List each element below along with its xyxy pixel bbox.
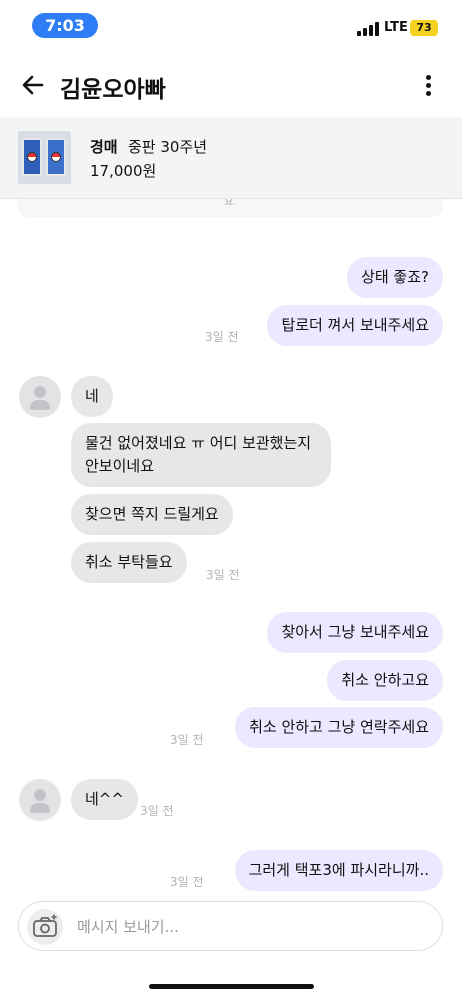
- status-bar: 7:03 LTE 73: [0, 0, 462, 50]
- product-name: 중판 30주년: [128, 138, 208, 156]
- message-timestamp: 3일 전: [140, 804, 174, 818]
- message-input[interactable]: [77, 914, 427, 940]
- product-bar[interactable]: [0, 117, 462, 199]
- message-bubble-them[interactable]: 네^^: [71, 779, 138, 820]
- battery-level: 73: [416, 21, 432, 34]
- notice-banner: 요.: [18, 199, 443, 217]
- avatar[interactable]: [19, 779, 61, 821]
- battery-icon: 73: [410, 20, 438, 36]
- message-bubble-them[interactable]: 네: [71, 376, 113, 417]
- chat-header: 김윤오아빠: [0, 56, 462, 116]
- back-button[interactable]: [18, 70, 48, 100]
- message-composer: [18, 901, 443, 951]
- notice-text: 요.: [224, 199, 237, 208]
- message-bubble-me[interactable]: 취소 안하고 그냥 연락주세요: [235, 707, 443, 748]
- message-timestamp: 3일 전: [205, 330, 239, 344]
- message-bubble-them[interactable]: 물건 없어졌네요 ㅠ 어디 보관했는지 안보이네요: [71, 423, 331, 487]
- signal-icon: [357, 22, 379, 36]
- more-vertical-icon: [426, 75, 431, 80]
- network-label: LTE: [384, 20, 408, 35]
- message-bubble-me[interactable]: 탑로더 껴서 보내주세요: [267, 305, 443, 346]
- status-time: 7:03: [32, 13, 98, 38]
- more-options-button[interactable]: [418, 70, 438, 100]
- message-bubble-me[interactable]: 취소 안하고요: [327, 660, 443, 701]
- message-bubble-them[interactable]: 취소 부탁들요: [71, 542, 187, 583]
- message-timestamp: 3일 전: [170, 875, 204, 889]
- product-price: 17,000원: [90, 162, 157, 180]
- product-thumbnail: [18, 131, 71, 184]
- message-bubble-me[interactable]: 상태 좋죠?: [347, 257, 443, 298]
- arrow-left-icon: [22, 75, 44, 95]
- chat-title: 김윤오아빠: [60, 77, 166, 103]
- camera-button[interactable]: [27, 909, 63, 945]
- product-tag: 경매: [90, 138, 118, 156]
- message-timestamp: 3일 전: [206, 568, 240, 582]
- message-bubble-them[interactable]: 찾으면 쪽지 드릴게요: [71, 494, 233, 535]
- camera-icon: [33, 914, 57, 937]
- message-bubble-me[interactable]: 찾아서 그냥 보내주세요: [267, 612, 443, 653]
- home-indicator: [149, 984, 314, 989]
- message-timestamp: 3일 전: [170, 733, 204, 747]
- message-bubble-me[interactable]: 그러게 택포3에 파시라니까..: [234, 850, 443, 891]
- avatar[interactable]: [19, 376, 61, 418]
